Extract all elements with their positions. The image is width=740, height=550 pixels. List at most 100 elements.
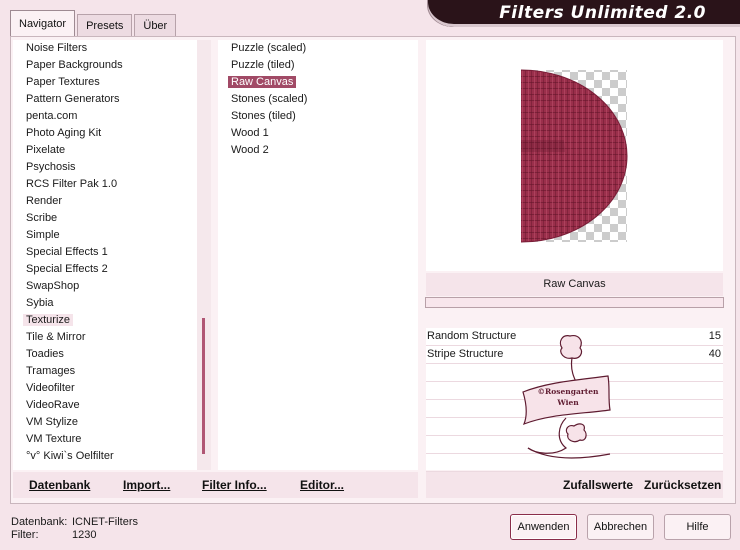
database-button[interactable]: Datenbank <box>29 478 90 492</box>
category-item-label: Sybia <box>26 297 54 309</box>
category-item-label: VideoRave <box>26 399 80 411</box>
preview-area <box>426 40 723 271</box>
category-item[interactable]: Tramages <box>13 363 211 380</box>
filter-item-label: Stones (tiled) <box>231 110 296 122</box>
reset-button[interactable]: Zurücksetzen <box>644 478 721 492</box>
right-toolbar: Zufallswerte Zurücksetzen <box>426 472 723 498</box>
status-database-label: Datenbank: <box>11 516 68 528</box>
param-label: Random Structure <box>427 330 517 342</box>
param-value[interactable]: 15 <box>709 328 721 345</box>
category-item[interactable]: VideoRave <box>13 397 211 414</box>
category-list[interactable]: Noise Filters Paper Backgrounds Paper Text… <box>13 40 211 470</box>
category-item[interactable]: °v° Kiwi`s Oelfilter <box>13 448 211 465</box>
category-item-label: Tramages <box>26 365 76 377</box>
category-item[interactable]: Simple <box>13 227 211 244</box>
category-item-label: penta.com <box>26 110 78 122</box>
watermark-text-1: ©Rosengarten <box>538 387 599 396</box>
category-item-label: Render <box>26 195 63 207</box>
category-scrollbar-thumb[interactable] <box>202 318 205 454</box>
category-item[interactable]: Scribe <box>13 210 211 227</box>
category-item[interactable]: Noise Filters <box>13 40 211 57</box>
category-item[interactable]: Special Effects 2 <box>13 261 211 278</box>
parameter-panel: Random Structure 15 Stripe Structure 40 … <box>426 328 723 472</box>
filter-item[interactable]: Puzzle (tiled) <box>218 57 418 74</box>
preview-image <box>520 69 628 243</box>
category-item-label: Noise Filters <box>26 42 88 54</box>
filter-item[interactable]: Puzzle (scaled) <box>218 40 418 57</box>
category-item[interactable]: Toadies <box>13 346 211 363</box>
randomize-button[interactable]: Zufallswerte <box>563 478 633 492</box>
apply-button[interactable]: Anwenden <box>510 514 577 540</box>
filter-list[interactable]: Puzzle (scaled) Puzzle (tiled) Raw Canvas S… <box>218 40 418 470</box>
category-item-label: Simple <box>26 229 60 241</box>
import-button[interactable]: Import... <box>123 478 170 492</box>
category-item[interactable]: Texturize <box>13 312 211 329</box>
category-item[interactable]: Pixelate <box>13 142 211 159</box>
filter-item-label: Puzzle (tiled) <box>231 59 295 71</box>
watermark-text-2: Wien <box>556 398 579 407</box>
category-item-label: Paper Textures <box>26 76 100 88</box>
category-item-label: Scribe <box>26 212 58 224</box>
tab-navigator[interactable]: Navigator <box>10 10 76 36</box>
category-item[interactable]: Pattern Generators <box>13 91 211 108</box>
watermark-logo: ©Rosengarten Wien <box>522 335 611 459</box>
category-item[interactable]: Special Effects 1 <box>13 244 211 261</box>
category-item[interactable]: Videofilter <box>13 380 211 397</box>
filter-item[interactable]: Stones (scaled) <box>218 91 418 108</box>
filter-item[interactable]: Stones (tiled) <box>218 108 418 125</box>
category-item-label: Tile & Mirror <box>26 331 86 343</box>
category-item-label: Paper Backgrounds <box>26 59 123 71</box>
category-item[interactable]: Paper Textures <box>13 74 211 91</box>
tab-bar: Navigator Presets Über <box>10 10 178 36</box>
category-item-label: VM Stylize <box>26 416 78 428</box>
filter-item-label: Stones (scaled) <box>231 93 308 105</box>
category-item-label: Photo Aging Kit <box>26 127 102 139</box>
filter-info-button[interactable]: Filter Info... <box>202 478 267 492</box>
category-item-label: RCS Filter Pak 1.0 <box>26 178 118 190</box>
selected-filter-name: Raw Canvas <box>426 273 723 296</box>
status-area: Datenbank: ICNET-Filters Filter: 1230 <box>11 516 138 542</box>
category-item-label: Toadies <box>26 348 64 360</box>
category-item[interactable]: Psychosis <box>13 159 211 176</box>
filter-item-label: Raw Canvas <box>228 76 297 88</box>
category-item[interactable]: Sybia <box>13 295 211 312</box>
status-filter-value: 1230 <box>72 529 97 541</box>
editor-button[interactable]: Editor... <box>300 478 344 492</box>
category-item[interactable]: VM Stylize <box>13 414 211 431</box>
filter-item[interactable]: Wood 2 <box>218 142 418 159</box>
category-item-label: °v° Kiwi`s Oelfilter <box>26 450 114 462</box>
filter-item[interactable]: Raw Canvas <box>218 74 418 91</box>
category-item-label: Special Effects 1 <box>26 246 108 258</box>
tab-presets[interactable]: Presets <box>77 14 133 36</box>
category-item[interactable]: SwapShop <box>13 278 211 295</box>
status-filter-label: Filter: <box>11 529 39 541</box>
progress-bar <box>425 297 724 308</box>
help-button[interactable]: Hilfe <box>664 514 731 540</box>
category-item[interactable]: RCS Filter Pak 1.0 <box>13 176 211 193</box>
category-item[interactable]: Tile & Mirror <box>13 329 211 346</box>
category-item[interactable]: Photo Aging Kit <box>13 125 211 142</box>
category-item-label: Psychosis <box>26 161 76 173</box>
category-item-label: Special Effects 2 <box>26 263 108 275</box>
category-item-label: Texturize <box>23 314 74 326</box>
param-value[interactable]: 40 <box>709 346 721 363</box>
left-toolbar: Datenbank Import... Filter Info... Edito… <box>13 472 418 498</box>
filter-item-label: Wood 1 <box>231 127 269 139</box>
category-item[interactable]: penta.com <box>13 108 211 125</box>
tab-uber[interactable]: Über <box>134 14 177 36</box>
category-item-label: Videofilter <box>26 382 75 394</box>
category-item-label: SwapShop <box>26 280 80 292</box>
category-item[interactable]: VM Texture <box>13 431 211 448</box>
status-database-value: ICNET-Filters <box>72 516 138 528</box>
title-banner: Filters Unlimited 2.0 <box>428 0 740 27</box>
app-title: Filters Unlimited 2.0 <box>499 3 706 23</box>
category-item-label: Pattern Generators <box>26 93 120 105</box>
category-item[interactable]: Paper Backgrounds <box>13 57 211 74</box>
param-label: Stripe Structure <box>427 348 504 360</box>
filter-item-label: Wood 2 <box>231 144 269 156</box>
category-item[interactable]: Render <box>13 193 211 210</box>
cancel-button[interactable]: Abbrechen <box>587 514 654 540</box>
category-item-label: Pixelate <box>26 144 66 156</box>
filter-item-label: Puzzle (scaled) <box>231 42 307 54</box>
filter-item[interactable]: Wood 1 <box>218 125 418 142</box>
